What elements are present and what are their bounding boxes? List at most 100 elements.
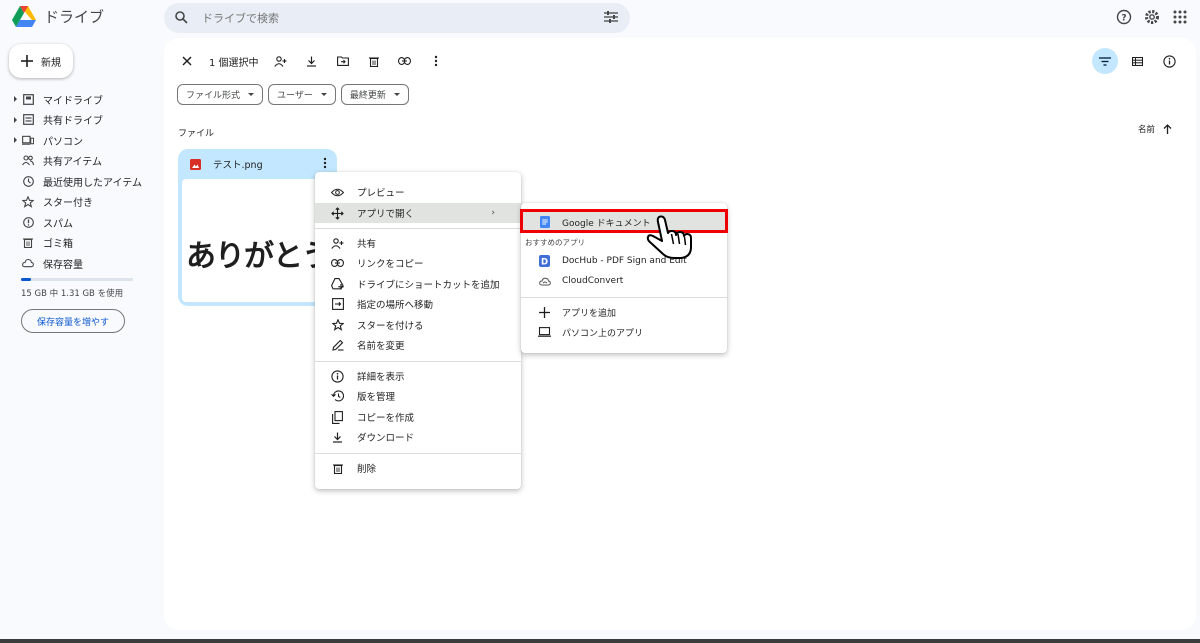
highlight-box [520, 209, 728, 233]
window-bottom-edge [0, 639, 1200, 643]
storage-bar-fill [21, 278, 31, 281]
copy-icon [332, 410, 343, 424]
clock-icon [22, 175, 34, 187]
download-icon [333, 432, 342, 443]
menu-item-label: アプリで開く [357, 209, 415, 220]
submenu-item-label: CloudConvert [562, 276, 624, 286]
svg-text:D: D [541, 257, 548, 267]
menu-item-delete[interactable]: 削除 [315, 458, 521, 478]
file-name: テスト.png [213, 160, 263, 171]
sidebar-item-shared-with-me[interactable]: 共有アイテム [12, 151, 158, 172]
shared-drive-icon [22, 114, 34, 126]
expand-caret-icon[interactable] [14, 137, 17, 143]
grid-view-toggle[interactable] [1092, 48, 1118, 74]
menu-divider [315, 228, 521, 229]
sidebar-item-recent[interactable]: 最近使用したアイテム [12, 171, 158, 192]
sidebar-item-label: 共有ドライブ [43, 116, 103, 128]
file-thumbnail[interactable]: ありがとう [182, 179, 333, 302]
list-view-icon [1131, 56, 1143, 66]
menu-item-label: 名前を変更 [357, 341, 405, 352]
submenu-item-label: アプリを追加 [562, 308, 617, 319]
submenu-item-add-app[interactable]: アプリを追加 [521, 302, 727, 322]
menu-item-label: 版を管理 [357, 392, 396, 403]
chip-label: ファイル形式 [186, 91, 241, 101]
sort-control[interactable]: 名前 [1138, 123, 1172, 135]
menu-item-open-with[interactable]: アプリで開く › [315, 203, 521, 223]
add-to-drive-icon [331, 278, 344, 290]
pencil-icon [331, 339, 343, 351]
dropdown-arrow-icon [393, 93, 400, 96]
star-icon [331, 319, 344, 331]
filter-chip-type[interactable]: ファイル形式 [177, 84, 264, 105]
move-arrows-icon [331, 206, 344, 220]
close-icon[interactable] [182, 56, 192, 66]
laptop-icon [538, 327, 551, 337]
arrow-up-icon[interactable] [1163, 124, 1172, 134]
expand-caret-icon[interactable] [14, 116, 17, 123]
move-to-folder-icon[interactable] [336, 56, 349, 66]
search-icon[interactable] [175, 11, 188, 24]
link-icon[interactable] [398, 57, 411, 65]
menu-item-add-shortcut[interactable]: ドライブにショートカットを追加 [315, 274, 521, 294]
menu-item-rename[interactable]: 名前を変更 [315, 335, 521, 355]
menu-item-copy-link[interactable]: リンクをコピー [315, 253, 521, 273]
filter-chip-people[interactable]: ユーザー [268, 84, 336, 105]
submenu-item-computer-apps[interactable]: パソコン上のアプリ [521, 322, 727, 342]
app-name: ドライブ [44, 8, 105, 26]
apps-grid-icon[interactable] [1172, 9, 1188, 25]
menu-item-label: リンクをコピー [357, 259, 424, 270]
menu-item-make-copy[interactable]: コピーを作成 [315, 407, 521, 427]
sort-label: 名前 [1137, 125, 1155, 135]
get-more-storage-button[interactable]: 保存容量を増やす [21, 309, 125, 333]
sidebar-item-computers[interactable]: パソコン [12, 130, 158, 151]
sidebar-item-label: パソコン [43, 136, 83, 148]
storage-bar [21, 278, 133, 281]
menu-item-share[interactable]: 共有 [315, 233, 521, 253]
google-drive-icon [12, 6, 36, 27]
submenu-item-dochub[interactable]: D DocHub - PDF Sign and Edit [521, 251, 727, 271]
share-person-icon[interactable] [274, 55, 287, 67]
help-icon[interactable]: ? [1116, 9, 1132, 25]
file-card-header: テスト.png [178, 149, 337, 179]
eye-icon [331, 188, 344, 196]
menu-item-preview[interactable]: プレビュー [315, 182, 521, 202]
sidebar-item-storage[interactable]: 保存容量 [12, 253, 158, 274]
sidebar: 新規 マイドライブ 共有ドライブ パソコン 共有アイテム 最近使用したアイテム [0, 38, 160, 638]
list-view-toggle[interactable] [1124, 48, 1150, 74]
file-card[interactable]: テスト.png ありがとう [178, 149, 337, 306]
filter-chip-modified[interactable]: 最終更新 [340, 84, 409, 105]
menu-item-star[interactable]: スターを付ける [315, 315, 521, 335]
search-input[interactable] [202, 8, 582, 28]
sidebar-item-spam[interactable]: スパム [12, 212, 158, 233]
more-vertical-icon[interactable] [434, 55, 438, 67]
dropdown-arrow-icon [320, 93, 327, 96]
expand-caret-icon[interactable] [14, 96, 17, 102]
details-toggle[interactable] [1156, 48, 1182, 74]
menu-item-move[interactable]: 指定の場所へ移動 [315, 294, 521, 314]
menu-item-download[interactable]: ダウンロード [315, 427, 521, 447]
sidebar-item-starred[interactable]: スター付き [12, 192, 158, 213]
search-bar[interactable] [164, 3, 630, 33]
sidebar-item-label: 最近使用したアイテム [43, 177, 142, 189]
dropdown-arrow-icon [248, 93, 255, 96]
menu-item-details[interactable]: 詳細を表示 [315, 366, 521, 386]
menu-item-versions[interactable]: 版を管理 [315, 386, 521, 406]
history-icon [331, 390, 344, 402]
trash-icon[interactable] [368, 56, 379, 67]
sidebar-item-label: スパム [43, 218, 73, 230]
sidebar-item-shared-drives[interactable]: 共有ドライブ [12, 110, 158, 131]
search-options-icon[interactable] [604, 11, 618, 23]
sidebar-item-trash[interactable]: ゴミ箱 [12, 233, 158, 254]
settings-gear-icon[interactable] [1144, 9, 1160, 25]
download-icon[interactable] [306, 56, 317, 67]
more-vertical-icon[interactable] [323, 157, 327, 169]
new-button[interactable]: 新規 [9, 44, 73, 78]
chip-label: ユーザー [277, 91, 313, 101]
submenu-item-cloudconvert[interactable]: CloudConvert [521, 271, 727, 291]
chip-label: 最終更新 [349, 91, 386, 101]
trash-icon [23, 238, 33, 249]
drive-logo[interactable]: ドライブ [12, 6, 104, 27]
share-person-icon [331, 237, 344, 249]
selection-toolbar: 1 個選択中 [178, 52, 458, 70]
sidebar-item-my-drive[interactable]: マイドライブ [12, 89, 158, 110]
